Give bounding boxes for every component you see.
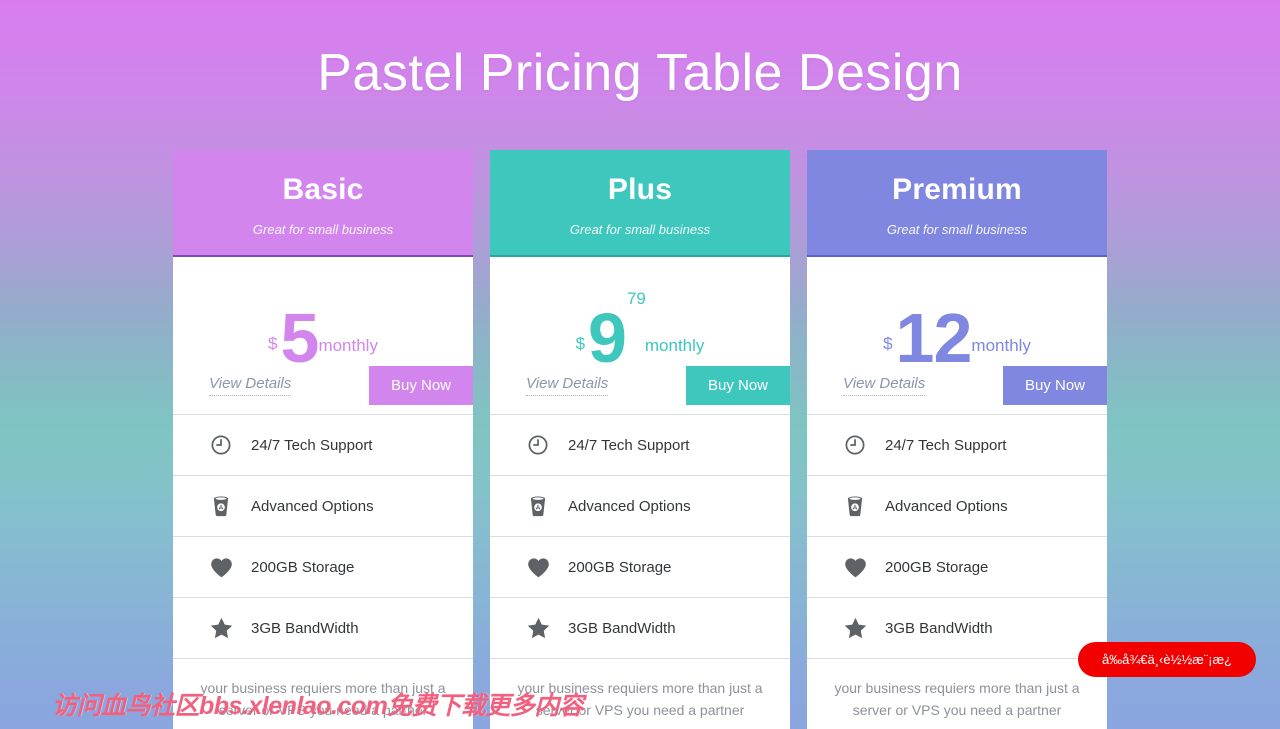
star-icon [526, 616, 550, 640]
star-icon [209, 616, 233, 640]
feature-row: 3GB BandWidth [173, 598, 473, 659]
feature-label: 24/7 Tech Support [251, 436, 373, 454]
pricing-card-basic: Basic Great for small business $5 monthly Vi… [173, 150, 473, 729]
plan-name: Plus [607, 172, 673, 206]
price-block-basic: $5 monthly [173, 257, 473, 374]
plan-subtitle: Great for small business [569, 221, 711, 237]
feature-row: 24/7 Tech Support [173, 415, 473, 476]
feature-row: 200GB Storage [490, 537, 790, 598]
heart-icon [209, 555, 233, 579]
feature-row: 200GB Storage [173, 537, 473, 598]
star-icon [843, 616, 867, 640]
feature-label: 3GB BandWidth [885, 619, 993, 637]
buy-now-button[interactable]: Buy Now [1002, 366, 1107, 405]
feature-label: Advanced Options [251, 497, 374, 515]
view-details-link[interactable]: View Details [526, 375, 609, 396]
price-currency: $ [883, 334, 893, 353]
price-block-premium: $12 monthly [807, 257, 1107, 374]
pricing-table: Basic Great for small business $5 monthly Vi… [173, 150, 1107, 729]
feature-label: 200GB Storage [885, 558, 989, 576]
page-title: Pastel Pricing Table Design [317, 44, 963, 102]
price-amount: 12 [895, 299, 973, 377]
feature-label: 200GB Storage [251, 558, 355, 576]
plan-name: Premium [892, 172, 1022, 206]
feature-label: 24/7 Tech Support [568, 436, 690, 454]
heart-icon [843, 555, 867, 579]
plan-name: Basic [282, 172, 364, 206]
price-period: monthly [318, 336, 378, 355]
card-footer-note: your business requiers more than just a … [834, 680, 1080, 719]
pricing-card-plus: Plus Great for small business $9 79 monthly V… [490, 150, 790, 729]
feature-row: Advanced Options [173, 476, 473, 537]
view-details-link[interactable]: View Details [209, 375, 292, 396]
price-currency: $ [575, 334, 586, 353]
pricing-card-premium: Premium Great for small business $12 monthl… [807, 150, 1107, 729]
price-currency: $ [268, 334, 278, 353]
card-footer-note: your business requiers more than just a … [200, 680, 446, 719]
feature-label: Advanced Options [568, 497, 691, 515]
feature-row: 24/7 Tech Support [807, 415, 1107, 476]
price-cents: 79 [626, 289, 646, 308]
clock-icon [526, 433, 550, 457]
clock-icon [843, 433, 867, 457]
plan-subtitle: Great for small business [886, 221, 1028, 237]
feature-row: Advanced Options [490, 476, 790, 537]
trash-icon [843, 494, 867, 518]
clock-icon [209, 433, 233, 457]
trash-icon [209, 494, 233, 518]
feature-label: 24/7 Tech Support [885, 436, 1007, 454]
card-header-basic: Basic Great for small business [173, 150, 473, 257]
feature-label: 3GB BandWidth [251, 619, 359, 637]
card-header-plus: Plus Great for small business [490, 150, 790, 257]
trash-icon [526, 494, 550, 518]
feature-label: Advanced Options [885, 497, 1008, 515]
price-block-plus: $9 79 monthly [490, 257, 790, 373]
heart-icon [526, 555, 550, 579]
plan-subtitle: Great for small business [252, 221, 394, 237]
price-amount: 9 [588, 299, 627, 377]
feature-row: 3GB BandWidth [490, 598, 790, 659]
feature-row: 200GB Storage [807, 537, 1107, 598]
action-row-premium: View Details Buy Now [807, 357, 1107, 415]
action-row-basic: View Details Buy Now [173, 357, 473, 415]
feature-row: 3GB BandWidth [807, 598, 1107, 659]
view-details-link[interactable]: View Details [843, 375, 926, 396]
feature-label: 200GB Storage [568, 558, 672, 576]
card-header-premium: Premium Great for small business [807, 150, 1107, 257]
price-period: monthly [644, 336, 705, 355]
buy-now-button[interactable]: Buy Now [685, 366, 790, 405]
feature-label: 3GB BandWidth [568, 619, 676, 637]
card-footer-note: your business requiers more than just a … [517, 680, 763, 719]
action-row-plus: View Details Buy Now [490, 357, 790, 415]
feature-row: 24/7 Tech Support [490, 415, 790, 476]
buy-now-button[interactable]: Buy Now [368, 366, 473, 405]
feature-row: Advanced Options [807, 476, 1107, 537]
price-period: monthly [971, 336, 1031, 355]
download-badge[interactable]: å‰å¾€ä¸‹è½½æ¨¡æ¿ [1077, 642, 1256, 677]
price-amount: 5 [280, 299, 320, 377]
